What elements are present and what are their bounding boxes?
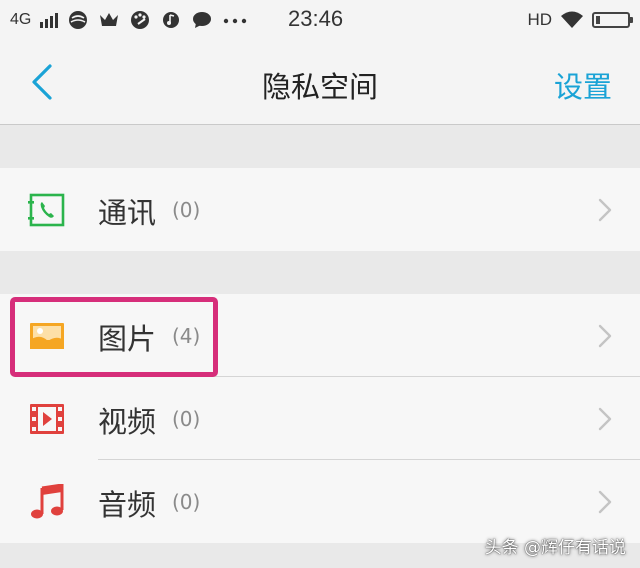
hd-indicator: HD — [527, 10, 552, 29]
chevron-right-icon — [598, 490, 612, 514]
phone-contact-icon — [28, 193, 65, 227]
page-title: 隐私空间 — [261, 70, 378, 104]
more-dots-icon — [224, 18, 247, 24]
contacts-label: 通讯 — [98, 196, 157, 230]
status-bar: 4G 23:46 HD — [0, 0, 640, 40]
chevron-right-icon — [598, 407, 612, 431]
status-right: HD — [527, 8, 633, 32]
videos-label: 视频 — [98, 405, 157, 439]
nav-bar: 隐私空间 设置 — [0, 40, 640, 125]
wifi-icon — [561, 11, 583, 28]
chevron-right-icon — [598, 324, 612, 348]
list-item-contacts[interactable]: 通讯 (0) — [0, 168, 640, 251]
list-group-contacts: 通讯 (0) — [0, 168, 640, 251]
list-group-media: 图片 (4) 视频 (0) 音频 (0) — [0, 294, 640, 543]
list-item-photos[interactable]: 图片 (4) — [0, 294, 640, 377]
palette-icon — [131, 11, 150, 29]
status-left: 4G — [10, 8, 248, 32]
list-item-audio[interactable]: 音频 (0) — [0, 460, 640, 543]
photos-count: (4) — [172, 324, 201, 348]
audio-label: 音频 — [98, 488, 157, 522]
list-item-videos[interactable]: 视频 (0) — [0, 377, 640, 460]
signal-icon — [40, 12, 59, 28]
contacts-count: (0) — [172, 198, 201, 222]
image-icon — [30, 323, 64, 349]
videos-count: (0) — [172, 407, 201, 431]
network-type: 4G — [10, 11, 32, 28]
settings-button[interactable]: 设置 — [554, 64, 612, 106]
clock: 23:46 — [288, 6, 344, 31]
video-icon — [30, 404, 64, 434]
chevron-right-icon — [598, 198, 612, 222]
crown-icon — [100, 13, 119, 26]
battery-icon — [592, 12, 633, 28]
chat-icon — [193, 12, 212, 28]
audio-count: (0) — [172, 490, 201, 514]
music-note-icon — [31, 484, 64, 519]
photos-label: 图片 — [98, 322, 157, 356]
music-icon — [163, 12, 180, 28]
watermark: 头条 @辉仔有话说 — [484, 538, 626, 558]
moon-icon — [69, 11, 88, 29]
